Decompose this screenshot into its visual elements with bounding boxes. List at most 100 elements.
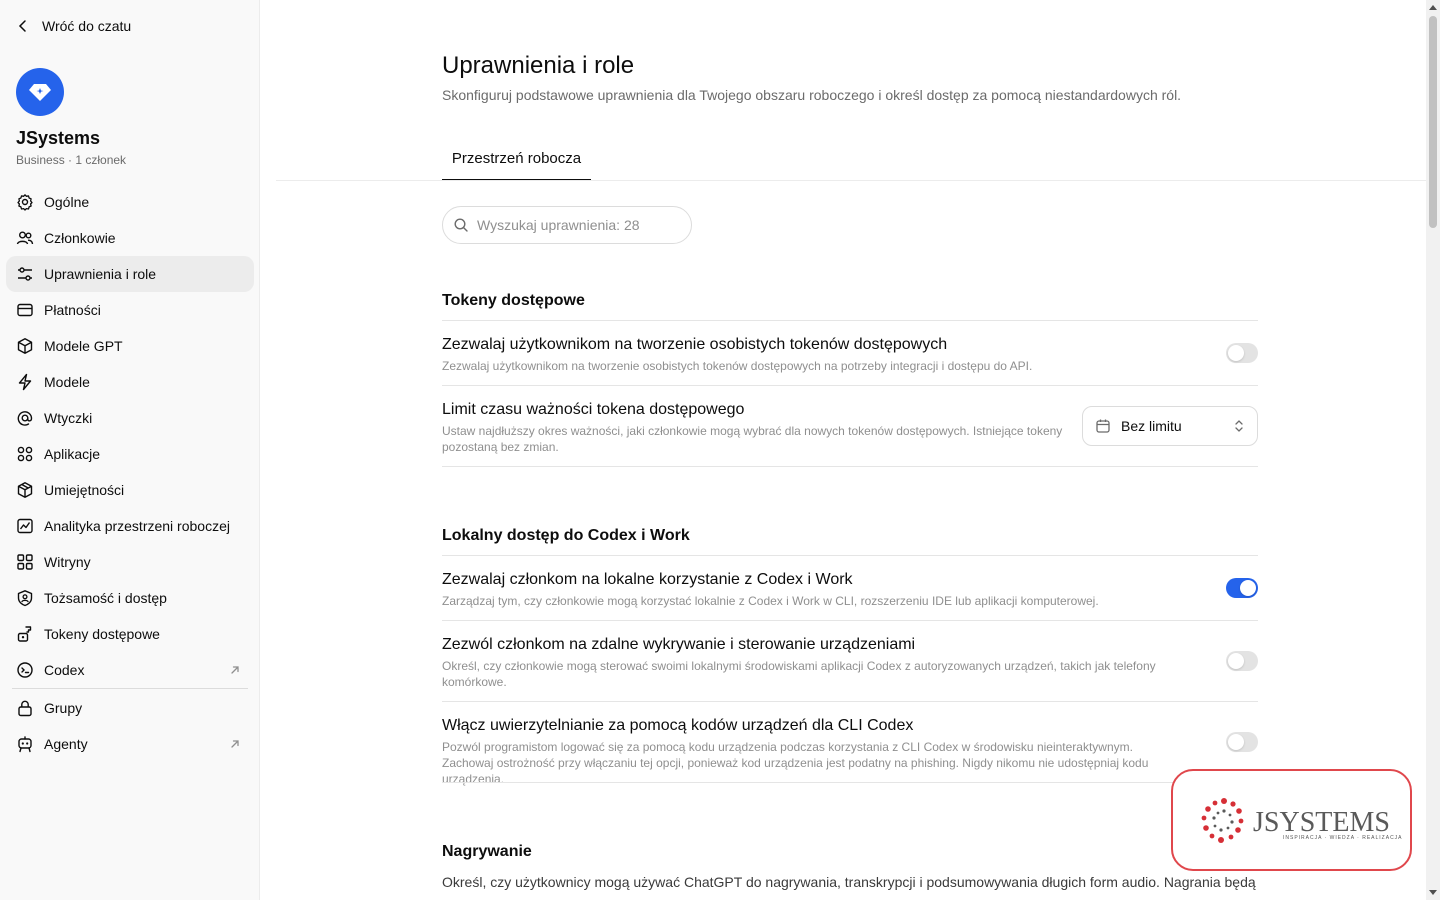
permissions-search[interactable]: [442, 206, 692, 244]
sidebar-item-apps[interactable]: Aplikacje: [6, 436, 254, 472]
sidebar-item-gpts[interactable]: Modele GPT: [6, 328, 254, 364]
divider: [442, 555, 1258, 556]
at-icon: [17, 411, 33, 426]
bolt-icon: [18, 373, 32, 391]
workspace-subtitle: Business · 1 członek: [16, 153, 127, 167]
setting-title: Zezwalaj członkom na lokalne korzystanie…: [442, 571, 853, 588]
setting-description: Pozwól programistom logować się za pomoc…: [442, 740, 1149, 786]
sidebar-item-label: Codex: [44, 662, 85, 678]
search-input[interactable]: [477, 217, 677, 233]
box-icon: [17, 482, 33, 498]
sidebar-nav: Ogólne Członkowie Uprawnienia i role Pła…: [6, 184, 254, 762]
sidebar-item-codex[interactable]: Codex: [6, 652, 254, 688]
credit-card-icon: [17, 303, 33, 317]
sidebar-item-analytics[interactable]: Analityka przestrzeni roboczej: [6, 508, 254, 544]
divider: [442, 385, 1258, 386]
sidebar-item-label: Witryny: [44, 554, 91, 570]
sidebar-item-identity[interactable]: Tożsamość i dostęp: [6, 580, 254, 616]
section-title-codex: Lokalny dostęp do Codex i Work: [442, 527, 690, 544]
scroll-down-arrow-icon[interactable]: [1429, 890, 1437, 895]
page-title: Uprawnienia i role: [442, 52, 635, 79]
jsystems-watermark-logo: JSYSTEMS INSPIRACJA · WIEDZA · REALIZACJ…: [1171, 769, 1412, 871]
back-to-chat-link[interactable]: Wróć do czatu: [16, 16, 131, 36]
sidebar-item-label: Wtyczki: [44, 410, 93, 426]
sidebar: Wróć do czatu JSystems Business · 1 czło…: [0, 0, 260, 900]
codex-icon: [17, 662, 33, 678]
robot-icon: [18, 736, 32, 753]
sidebar-item-label: Płatności: [44, 302, 101, 318]
sidebar-item-billing[interactable]: Płatności: [6, 292, 254, 328]
tab-label: Przestrzeń robocza: [451, 150, 582, 167]
sidebar-item-models[interactable]: Modele: [6, 364, 254, 400]
main-content: Uprawnienia i role Skonfiguruj podstawow…: [260, 0, 1426, 900]
sidebar-item-skills[interactable]: Umiejętności: [6, 472, 254, 508]
cube-icon: [17, 338, 33, 354]
sidebar-item-label: Modele: [44, 374, 90, 390]
chevron-left-icon: [18, 20, 26, 32]
gear-icon: [17, 194, 33, 211]
sidebar-item-label: Ogólne: [44, 194, 90, 210]
sidebar-item-label: Tokeny dostępowe: [44, 626, 160, 642]
divider: [442, 782, 1258, 783]
main-scrollbar[interactable]: [1426, 0, 1440, 900]
sidebar-item-permissions[interactable]: Uprawnienia i role: [6, 256, 254, 292]
sidebar-item-label: Umiejętności: [44, 482, 125, 498]
sidebar-item-access-tokens[interactable]: Tokeny dostępowe: [6, 616, 254, 652]
back-label: Wróć do czatu: [42, 18, 132, 34]
toggle-local-codex[interactable]: [1226, 578, 1258, 598]
select-value: Bez limitu: [1121, 418, 1182, 434]
workspace-avatar: [16, 68, 64, 116]
setting-title: Zezwalaj użytkownikom na tworzenie osobi…: [442, 336, 948, 353]
setting-title: Zezwól członkom na zdalne wykrywanie i s…: [442, 636, 916, 653]
toggle-device-code-auth[interactable]: [1226, 732, 1258, 752]
divider: [442, 320, 1258, 321]
grid-icon: [17, 554, 33, 570]
sidebar-item-agents[interactable]: Agenty: [6, 726, 254, 762]
recording-description: Określ, czy użytkownicy mogą używać Chat…: [442, 874, 1256, 890]
setting-description: Zarządzaj tym, czy członkowie mogą korzy…: [442, 594, 1099, 608]
apps-icon: [17, 446, 33, 462]
sidebar-item-label: Uprawnienia i role: [44, 266, 157, 282]
external-link-icon: [231, 740, 239, 748]
sidebar-item-label: Modele GPT: [44, 338, 123, 354]
sidebar-divider: [12, 688, 248, 689]
sidebar-item-label: Agenty: [44, 736, 88, 752]
setting-description: Ustaw najdłuższy okres ważności, jaki cz…: [442, 424, 1063, 454]
sidebar-item-members[interactable]: Członkowie: [6, 220, 254, 256]
token-expiry-select[interactable]: Bez limitu: [1082, 406, 1258, 446]
tab-workspace[interactable]: Przestrzeń robocza: [442, 140, 591, 181]
toggle-remote-devices[interactable]: [1226, 651, 1258, 671]
tabs-divider: [276, 180, 1426, 181]
setting-title: Limit czasu ważności tokena dostępowego: [442, 401, 745, 418]
divider: [442, 466, 1258, 467]
divider: [442, 620, 1258, 621]
toggle-personal-tokens[interactable]: [1226, 343, 1258, 363]
scrollbar-thumb[interactable]: [1429, 16, 1437, 228]
sidebar-item-label: Aplikacje: [44, 446, 101, 462]
diamond-icon: [29, 84, 51, 101]
section-title-tokens: Tokeny dostępowe: [442, 292, 585, 309]
scroll-up-arrow-icon[interactable]: [1429, 5, 1437, 10]
section-title-recording: Nagrywanie: [442, 843, 532, 860]
sidebar-item-sites[interactable]: Witryny: [6, 544, 254, 580]
setting-title: Włącz uwierzytelnianie za pomocą kodów u…: [442, 717, 914, 734]
setting-description: Określ, czy członkowie mogą sterować swo…: [442, 659, 1156, 689]
logo-dots-icon: [1201, 798, 1244, 843]
sidebar-item-label: Grupy: [44, 700, 83, 716]
watermark-tagline: INSPIRACJA · WIEDZA · REALIZACJA: [1283, 835, 1403, 841]
external-link-icon: [231, 666, 239, 674]
setting-description: Zezwalaj użytkownikom na tworzenie osobi…: [442, 359, 1033, 373]
sidebar-item-label: Członkowie: [44, 230, 116, 246]
chart-icon: [17, 518, 33, 534]
page-subtitle: Skonfiguruj podstawowe uprawnienia dla T…: [442, 87, 1182, 103]
calendar-icon: [1096, 419, 1110, 433]
sidebar-item-plugins[interactable]: Wtyczki: [6, 400, 254, 436]
sidebar-item-general[interactable]: Ogólne: [6, 184, 254, 220]
workspace-name: JSystems: [16, 128, 101, 148]
key-icon: [17, 626, 32, 642]
users-icon: [16, 231, 34, 245]
sliders-icon: [18, 267, 32, 281]
search-icon: [454, 218, 468, 232]
sidebar-item-groups[interactable]: Grupy: [6, 690, 254, 726]
shield-icon: [17, 590, 33, 607]
